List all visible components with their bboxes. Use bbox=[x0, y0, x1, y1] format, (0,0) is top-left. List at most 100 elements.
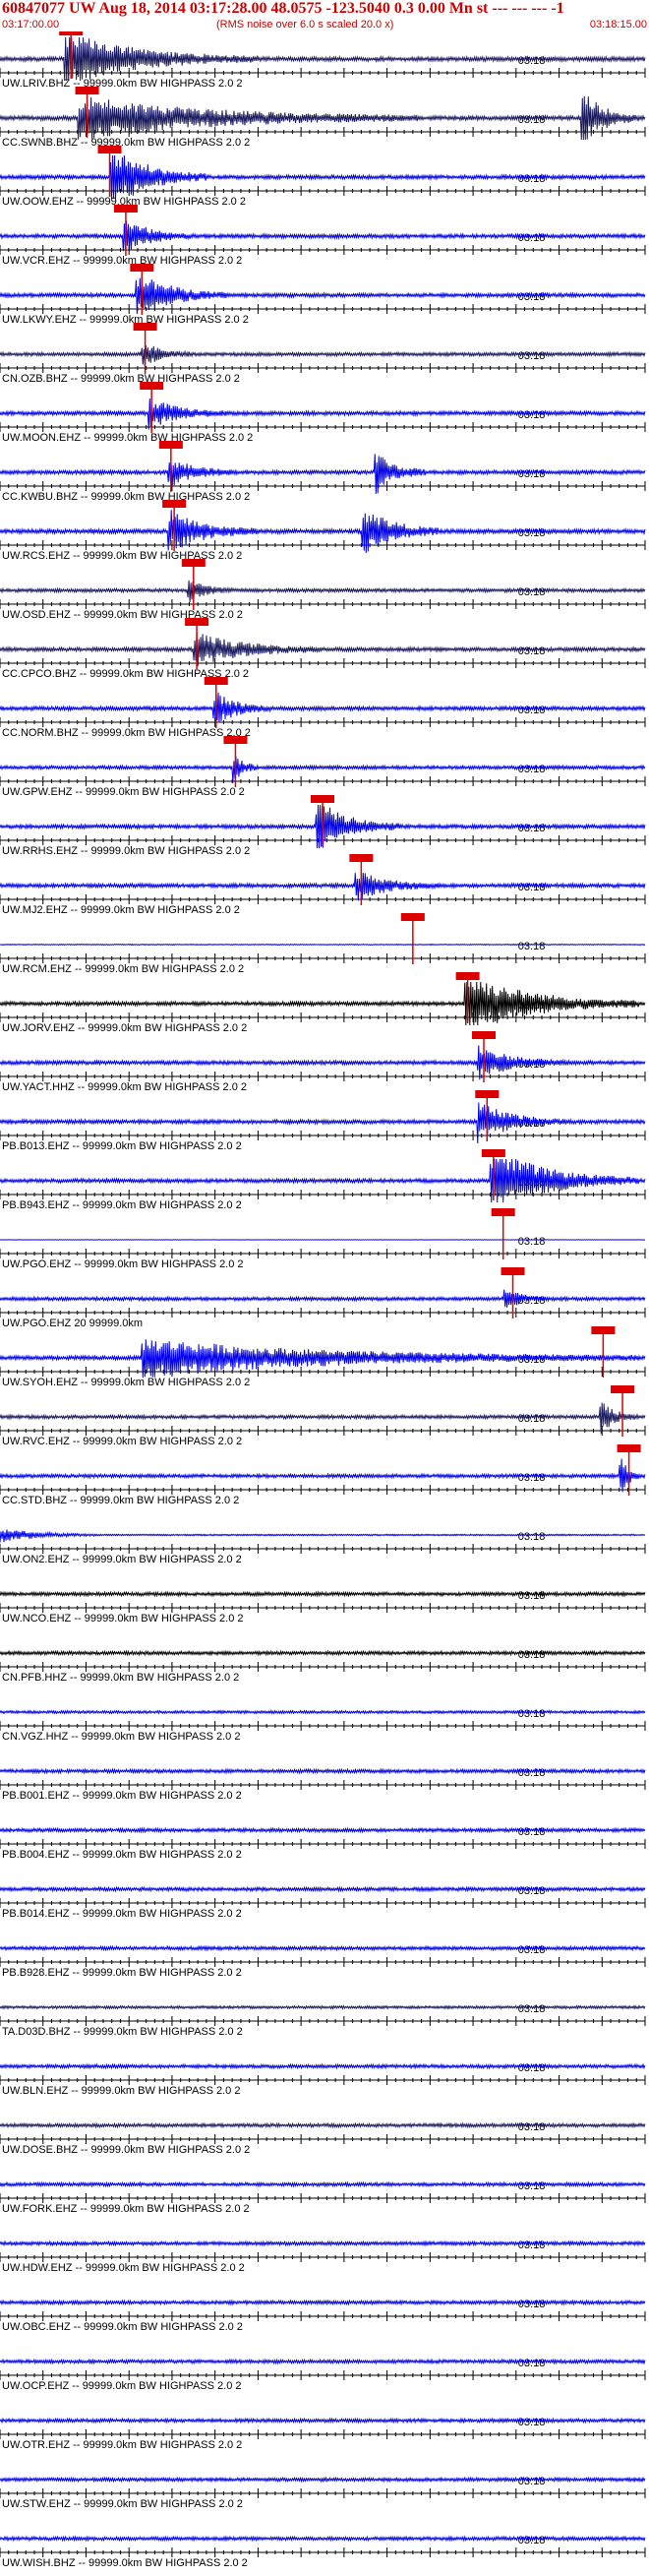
trace-strip: 03:18CN.PFB.HHZ -- 99999.0km BW HIGHPASS… bbox=[0, 1649, 646, 1684]
station-label: UW.YACT.HHZ -- 99999.0km BW HIGHPASS 2.0… bbox=[2, 1081, 247, 1093]
trace-strip: 03:18UW.RCS.EHZ -- 99999.0km BW HIGHPASS… bbox=[0, 500, 646, 562]
waveform bbox=[0, 1590, 646, 1598]
waveform bbox=[0, 2535, 646, 2543]
station-label: CN.VGZ.HHZ -- 99999.0km BW HIGHPASS 2.0 … bbox=[2, 1731, 240, 1743]
trace-strip: 03:18UW.OSD.EHZ -- 99999.0km BW HIGHPASS… bbox=[0, 559, 646, 621]
trace-strip: 03:18UW.DOSE.BHZ -- 99999.0km BW HIGHPAS… bbox=[0, 2121, 646, 2156]
pick-box bbox=[455, 972, 480, 980]
station-label: PB.B004.EHZ -- 99999.0km BW HIGHPASS 2.0… bbox=[2, 1849, 242, 1861]
pick-box bbox=[472, 1031, 496, 1039]
waveform bbox=[0, 1158, 646, 1203]
waveform bbox=[0, 2004, 646, 2010]
pick-box bbox=[204, 677, 228, 685]
trace-strip: 03:18UW.MOON.EHZ -- 99999.0km BW HIGHPAS… bbox=[0, 382, 646, 444]
pick-box bbox=[113, 205, 138, 213]
station-label: UW.GPW.EHZ -- 99999.0km BW HIGHPASS 2.0 … bbox=[2, 786, 245, 798]
trace-strip: 03:18UW.LKWY.EHZ -- 99999.0km BW HIGHPAS… bbox=[0, 264, 646, 326]
trace-strip: 03:18 CC.NORM.BHZ -- 99999.0km BW HIGHPAS… bbox=[0, 677, 646, 739]
station-label: TA.D03D.BHZ -- 99999.0km BW HIGHPASS 2.0… bbox=[2, 2026, 243, 2038]
trace-strip: 03:18 UW.HDW.EHZ -- 99999.0km BW HIGHPASS… bbox=[0, 2239, 646, 2274]
pick-box bbox=[481, 1149, 505, 1157]
station-label: CC.STD.BHZ -- 99999.0km BW HIGHPASS 2.0 … bbox=[2, 1495, 239, 1506]
trace-strip: 03:18 UW.VCR.EHZ -- 99999.0km BW HIGHPASS… bbox=[0, 205, 646, 267]
station-label: UW.BLN.EHZ -- 99999.0km BW HIGHPASS 2.0 … bbox=[2, 2085, 240, 2097]
waveform bbox=[0, 1458, 646, 1493]
trace-strip: 03:18PB.B004.EHZ -- 99999.0km BW HIGHPAS… bbox=[0, 1826, 646, 1861]
station-label: UW.RCS.EHZ -- 99999.0km BW HIGHPASS 2.0 … bbox=[2, 550, 242, 562]
station-label: UW.HDW.EHZ -- 99999.0km BW HIGHPASS 2.0 … bbox=[2, 2262, 245, 2274]
minute-mark-label: 03:18 bbox=[518, 1531, 546, 1543]
pick-box bbox=[349, 854, 374, 862]
pick-box bbox=[491, 1208, 515, 1216]
seismogram-panel: 03:18 UW.LRIV.BHZ -- 99999.0km BW HIGHPAS… bbox=[0, 31, 646, 2569]
pick-box bbox=[75, 87, 99, 94]
pick-box bbox=[133, 323, 157, 331]
station-label: PB.B013.EHZ -- 99999.0km BW HIGHPASS 2.0… bbox=[2, 1140, 242, 1152]
waveform bbox=[0, 872, 646, 901]
station-label: PB.B001.EHZ -- 99999.0km BW HIGHPASS 2.0… bbox=[2, 1790, 242, 1802]
waveform bbox=[0, 220, 646, 253]
minute-mark-label: 03:18 bbox=[518, 586, 546, 598]
station-label: UW.MOON.EHZ -- 99999.0km BW HIGHPASS 2.0… bbox=[2, 432, 253, 444]
waveform bbox=[0, 2239, 646, 2247]
trace-strip: 03:18UW.NCO.EHZ -- 99999.0km BW HIGHPASS… bbox=[0, 1590, 646, 1625]
trace-strip: 03:18UW.OTR.EHZ -- 99999.0km BW HIGHPASS… bbox=[0, 2417, 646, 2451]
waveform bbox=[0, 756, 646, 783]
waveform bbox=[0, 398, 646, 430]
waveform bbox=[0, 1767, 646, 1775]
trace-strip: 03:18CC.SWNB.BHZ -- 99999.0km BW HIGHPAS… bbox=[0, 87, 646, 149]
trace-strip: 03:18CC.KWBU.BHZ -- 99999.0km BW HIGHPAS… bbox=[0, 441, 646, 503]
scaling-note: (RMS noise over 6.0 s scaled 20.0 x) bbox=[216, 19, 394, 31]
trace-strip: 03:18UW.YACT.HHZ -- 99999.0km BW HIGHPAS… bbox=[0, 1031, 646, 1093]
minute-mark-label: 03:18 bbox=[518, 705, 546, 716]
station-label: UW.LKWY.EHZ -- 99999.0km BW HIGHPASS 2.0… bbox=[2, 314, 249, 326]
waveform bbox=[0, 2299, 646, 2306]
trace-strip: 03:18UW.LRIV.BHZ -- 99999.0km BW HIGHPAS… bbox=[0, 31, 646, 90]
pick-box bbox=[475, 1090, 500, 1098]
event-title: 60847077 UW Aug 18, 2014 03:17:28.00 48.… bbox=[2, 0, 564, 17]
trace-strip: 03:18CN.VGZ.HHZ -- 99999.0km BW HIGHPASS… bbox=[0, 1708, 646, 1743]
station-label: CC.NORM.BHZ -- 99999.0km BW HIGHPASS 2.0… bbox=[2, 727, 251, 739]
minute-mark-label: 03:18 bbox=[518, 2239, 546, 2251]
minute-mark-label: 03:18 bbox=[518, 941, 546, 952]
trace-strip: 03:18UW.JORV.EHZ -- 99999.0km BW HIGHPAS… bbox=[0, 972, 646, 1034]
waveform bbox=[0, 1402, 646, 1435]
waveform bbox=[0, 692, 646, 723]
waveform bbox=[0, 344, 646, 367]
waveform bbox=[0, 943, 646, 947]
station-label: UW.OCP.EHZ -- 99999.0km BW HIGHPASS 2.0 … bbox=[2, 2380, 242, 2392]
minute-mark-label: 03:18 bbox=[518, 2003, 546, 2015]
station-label: CC.SWNB.BHZ -- 99999.0km BW HIGHPASS 2.0… bbox=[2, 137, 250, 149]
station-label: PB.B014.EHZ -- 99999.0km BW HIGHPASS 2.0… bbox=[2, 1908, 242, 1920]
pick-box bbox=[591, 1326, 616, 1334]
station-label: CN.PFB.HHZ -- 99999.0km BW HIGHPASS 2.0 … bbox=[2, 1672, 239, 1684]
trace-strip: 03:18UW.PGO.EHZ 20 99999.0km bbox=[0, 1267, 646, 1329]
station-label: UW.OTR.EHZ -- 99999.0km BW HIGHPASS 2.0 … bbox=[2, 2439, 242, 2451]
trace-strip: 03:18UW.OCP.EHZ -- 99999.0km BW HIGHPASS… bbox=[0, 2358, 646, 2392]
minute-mark-label: 03:18 bbox=[518, 1236, 546, 1248]
trace-strip: 03:18PB.B014.EHZ -- 99999.0km BW HIGHPAS… bbox=[0, 1885, 646, 1920]
waveform bbox=[0, 154, 646, 200]
waveform bbox=[0, 2062, 646, 2070]
station-label: UW.RVC.EHZ -- 99999.0km BW HIGHPASS 2.0 … bbox=[2, 1436, 242, 1447]
trace-strip: 03:18UW.OOW.EHZ -- 99999.0km BW HIGHPASS… bbox=[0, 146, 646, 208]
station-label: UW.DOSE.BHZ -- 99999.0km BW HIGHPASS 2.0… bbox=[2, 2144, 250, 2156]
station-label: UW.SYOH.EHZ -- 99999.0km BW HIGHPASS 2.0… bbox=[2, 1377, 250, 1388]
pick-box bbox=[617, 1444, 641, 1452]
minute-mark-label: 03:18 bbox=[518, 823, 546, 834]
waveform bbox=[0, 1045, 646, 1080]
station-label: UW.VCR.EHZ -- 99999.0km BW HIGHPASS 2.0 … bbox=[2, 255, 242, 267]
trace-strip: 03:18 TA.D03D.BHZ -- 99999.0km BW HIGHPAS… bbox=[0, 2003, 646, 2038]
trace-strip: 03:18PB.B928.EHZ -- 99999.0km BW HIGHPAS… bbox=[0, 1944, 646, 1979]
trace-strip: 03:18UW.SYOH.EHZ -- 99999.0km BW HIGHPAS… bbox=[0, 1326, 646, 1388]
minute-mark-label: 03:18 bbox=[518, 1767, 546, 1779]
trace-strip: 03:18CC.STD.BHZ -- 99999.0km BW HIGHPASS… bbox=[0, 1444, 646, 1506]
waveform bbox=[0, 580, 646, 603]
trace-strip: 03:18UW.WISH.BHZ -- 99999.0km BW HIGHPAS… bbox=[0, 2535, 646, 2569]
minute-mark-label: 03:18 bbox=[518, 232, 546, 244]
station-label: UW.JORV.EHZ -- 99999.0km BW HIGHPASS 2.0… bbox=[2, 1022, 247, 1034]
trace-strip: 03:18UW.STW.EHZ -- 99999.0km BW HIGHPASS… bbox=[0, 2476, 646, 2510]
trace-strip: 03:18 PB.B001.EHZ -- 99999.0km BW HIGHPAS… bbox=[0, 1767, 646, 1802]
trace-strip: 03:18PB.B943.EHZ -- 99999.0km BW HIGHPAS… bbox=[0, 1149, 646, 1211]
waveform bbox=[0, 1289, 646, 1308]
